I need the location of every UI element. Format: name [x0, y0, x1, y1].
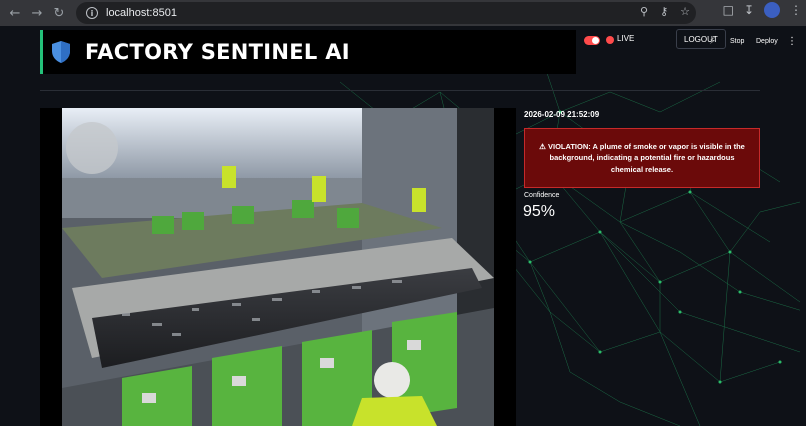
- shield-icon: [52, 41, 70, 63]
- forward-icon[interactable]: →: [26, 2, 48, 24]
- violation-alert: ⚠ VIOLATION: A plume of smoke or vapor i…: [524, 128, 760, 188]
- app-container: FACTORY SENTINEL AI LIVE LOGOUT ⚡ Stop D…: [0, 26, 806, 426]
- browser-toolbar: ← → ↻ i localhost:8501 ⚲ ⚷ ☆ □ ↧ ⋮: [0, 0, 806, 26]
- main-menu-icon[interactable]: ⋮: [787, 36, 797, 47]
- download-icon[interactable]: ↧: [744, 3, 754, 17]
- back-icon[interactable]: ←: [4, 2, 26, 24]
- extensions-icon[interactable]: □: [723, 3, 734, 17]
- site-info-icon[interactable]: i: [86, 7, 98, 19]
- menu-icon[interactable]: ⋮: [790, 3, 802, 17]
- zoom-icon[interactable]: ⚲: [640, 5, 648, 18]
- confidence-value: 95%: [523, 203, 556, 220]
- confidence-label: Confidence: [524, 192, 560, 199]
- address-bar[interactable]: i localhost:8501 ⚲ ⚷ ☆: [76, 2, 696, 24]
- url-text: localhost:8501: [106, 7, 177, 19]
- live-label: LIVE: [617, 34, 635, 43]
- scrollbar[interactable]: [800, 62, 806, 426]
- profile-avatar[interactable]: [764, 2, 780, 18]
- reload-icon[interactable]: ↻: [48, 2, 70, 24]
- star-icon[interactable]: ☆: [680, 5, 690, 18]
- camera-feed: [40, 108, 516, 426]
- key-icon[interactable]: ⚷: [660, 5, 668, 18]
- divider: [40, 90, 760, 91]
- live-toggle[interactable]: [584, 36, 600, 45]
- logout-button[interactable]: LOGOUT: [676, 29, 726, 49]
- stop-button[interactable]: Stop: [730, 38, 744, 45]
- deploy-button[interactable]: Deploy: [756, 38, 778, 45]
- running-icon: ⚡: [709, 36, 717, 47]
- camera-image: [62, 108, 494, 426]
- detection-timestamp: 2026-02-09 21:52:09: [524, 110, 600, 119]
- violation-alert-text: ⚠ VIOLATION: A plume of smoke or vapor i…: [539, 141, 745, 174]
- live-indicator-icon: [606, 36, 614, 44]
- header-banner: FACTORY SENTINEL AI: [40, 30, 576, 74]
- page-title: FACTORY SENTINEL AI: [85, 40, 350, 64]
